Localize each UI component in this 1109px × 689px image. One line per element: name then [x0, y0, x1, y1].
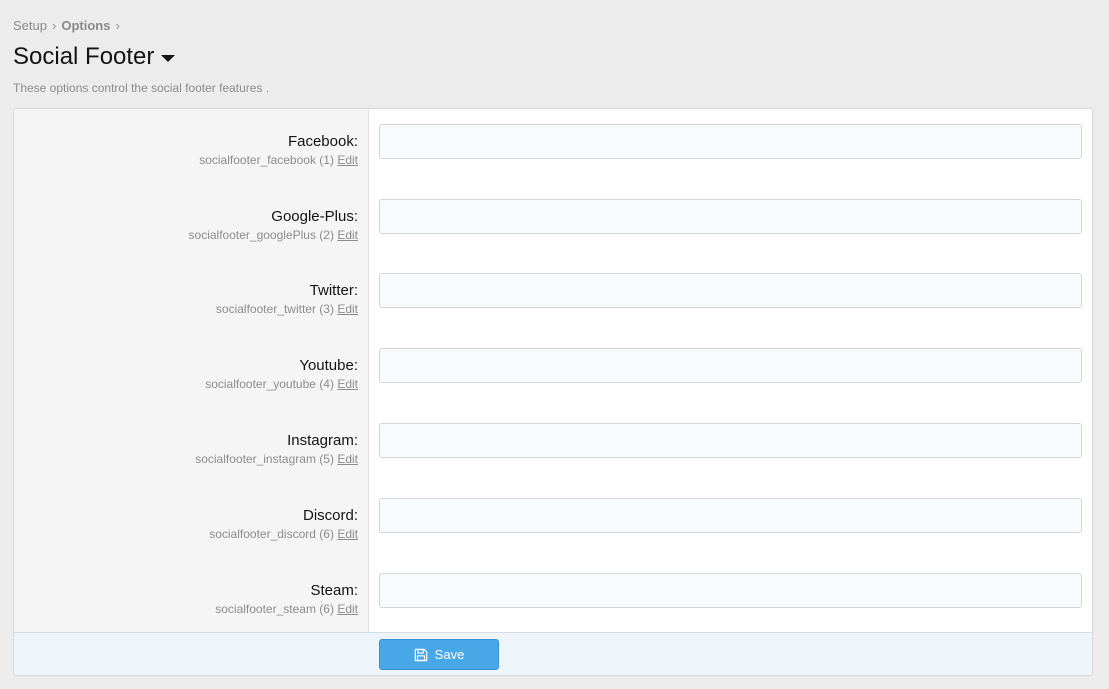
steam-input[interactable]	[379, 573, 1082, 608]
option-order: (5)	[319, 452, 334, 466]
option-meta: socialfooter_steam (6) Edit	[18, 601, 358, 617]
option-order: (4)	[319, 377, 334, 391]
option-title: Youtube:	[299, 357, 358, 374]
option-label-group: Youtube: socialfooter_youtube (4) Edit	[18, 357, 358, 392]
edit-link[interactable]: Edit	[337, 602, 358, 616]
edit-link[interactable]: Edit	[337, 452, 358, 466]
chevron-right-icon: ›	[51, 18, 57, 33]
option-row-youtube: Youtube: socialfooter_youtube (4) Edit	[14, 333, 1092, 408]
youtube-input[interactable]	[379, 348, 1082, 383]
floppy-disk-icon	[414, 648, 427, 661]
save-button-label: Save	[434, 647, 465, 662]
form-footer: Save	[14, 632, 1092, 675]
edit-link[interactable]: Edit	[337, 228, 358, 242]
breadcrumb-setup[interactable]: Setup	[13, 18, 47, 33]
option-label-group: Discord: socialfooter_discord (6) Edit	[18, 507, 358, 542]
option-meta: socialfooter_youtube (4) Edit	[18, 376, 358, 392]
option-label-group: Steam: socialfooter_steam (6) Edit	[18, 582, 358, 617]
option-key: socialfooter_googlePlus	[188, 228, 316, 242]
option-row-googleplus: Google-Plus: socialfooter_googlePlus (2)…	[14, 184, 1092, 259]
option-title: Google-Plus:	[271, 208, 358, 225]
option-meta: socialfooter_discord (6) Edit	[18, 526, 358, 542]
option-key: socialfooter_discord	[209, 527, 316, 541]
option-meta: socialfooter_googlePlus (2) Edit	[18, 227, 358, 243]
option-title: Steam:	[310, 582, 358, 599]
option-row-twitter: Twitter: socialfooter_twitter (3) Edit	[14, 258, 1092, 333]
option-title: Instagram:	[287, 432, 358, 449]
save-button[interactable]: Save	[379, 639, 499, 670]
option-order: (6)	[319, 602, 334, 616]
option-meta: socialfooter_instagram (5) Edit	[18, 451, 358, 467]
page-header: Social Footer	[13, 43, 176, 71]
page-description: These options control the social footer …	[13, 81, 270, 95]
edit-link[interactable]: Edit	[337, 377, 358, 391]
option-key: socialfooter_youtube	[205, 377, 316, 391]
option-meta: socialfooter_twitter (3) Edit	[18, 301, 358, 317]
option-order: (2)	[319, 228, 334, 242]
caret-down-icon[interactable]	[161, 54, 176, 62]
facebook-input[interactable]	[379, 124, 1082, 159]
option-label-group: Google-Plus: socialfooter_googlePlus (2)…	[18, 208, 358, 243]
option-row-facebook: Facebook: socialfooter_facebook (1) Edit	[14, 109, 1092, 184]
google-plus-input[interactable]	[379, 199, 1082, 234]
option-key: socialfooter_twitter	[215, 302, 316, 316]
option-label-group: Instagram: socialfooter_instagram (5) Ed…	[18, 432, 358, 467]
breadcrumb: Setup › Options ›	[13, 18, 125, 33]
breadcrumb-options[interactable]: Options	[61, 18, 110, 33]
option-row-steam: Steam: socialfooter_steam (6) Edit	[14, 558, 1092, 633]
edit-link[interactable]: Edit	[337, 527, 358, 541]
page-title: Social Footer	[13, 43, 155, 70]
option-label-group: Twitter: socialfooter_twitter (3) Edit	[18, 282, 358, 317]
instagram-input[interactable]	[379, 423, 1082, 458]
option-title: Twitter:	[309, 282, 358, 299]
option-order: (3)	[319, 302, 334, 316]
twitter-input[interactable]	[379, 273, 1082, 308]
edit-link[interactable]: Edit	[337, 153, 358, 167]
option-label-group: Facebook: socialfooter_facebook (1) Edit	[18, 133, 358, 168]
option-title: Facebook:	[287, 133, 358, 150]
option-order: (6)	[319, 527, 334, 541]
edit-link[interactable]: Edit	[337, 302, 358, 316]
option-row-instagram: Instagram: socialfooter_instagram (5) Ed…	[14, 408, 1092, 483]
option-order: (1)	[319, 153, 334, 167]
option-row-discord: Discord: socialfooter_discord (6) Edit	[14, 483, 1092, 558]
option-meta: socialfooter_facebook (1) Edit	[18, 152, 358, 168]
option-key: socialfooter_instagram	[195, 452, 316, 466]
option-title: Discord:	[302, 507, 358, 524]
option-key: socialfooter_steam	[215, 602, 316, 616]
chevron-right-icon: ›	[115, 18, 120, 33]
discord-input[interactable]	[379, 498, 1082, 533]
option-key: socialfooter_facebook	[199, 153, 316, 167]
options-panel: Facebook: socialfooter_facebook (1) Edit…	[13, 108, 1093, 676]
